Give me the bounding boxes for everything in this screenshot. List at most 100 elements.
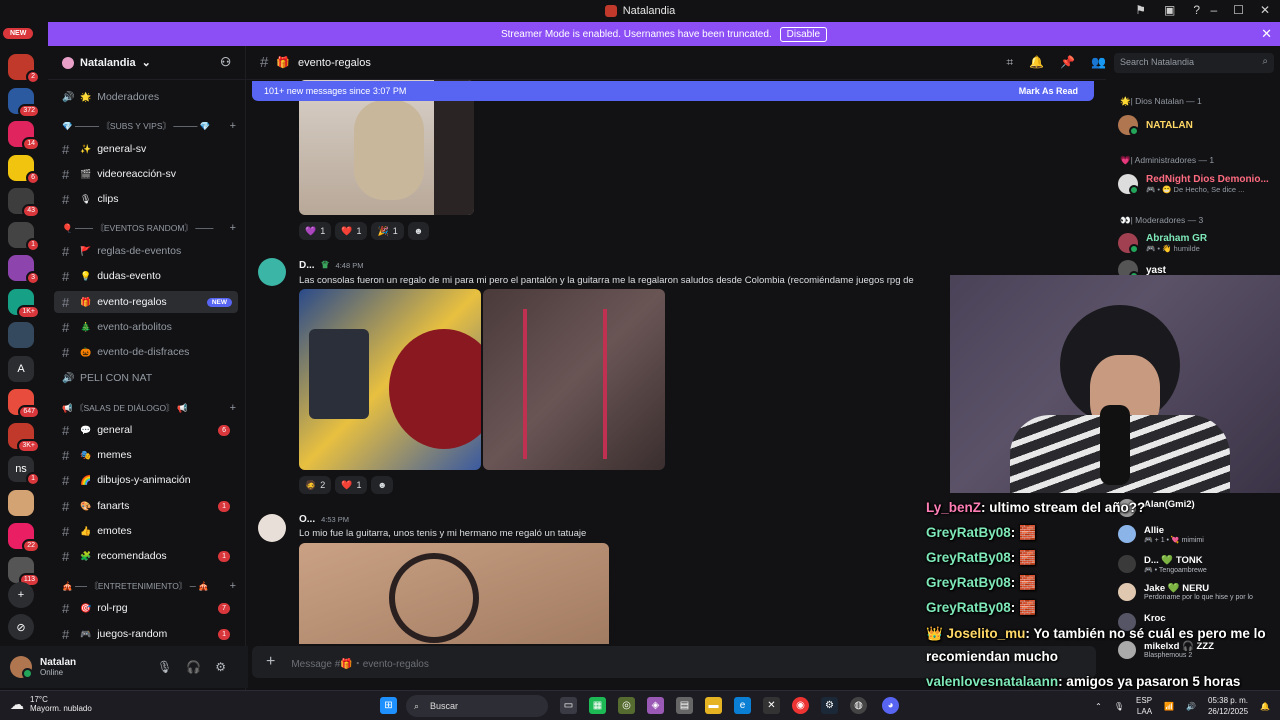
channel-item[interactable]: # 🎯 rol-rpg 7 [54,597,238,619]
channel-item[interactable]: # 🎭 memes [54,444,238,466]
channel-item[interactable]: # 💡 dudas-evento [54,265,238,287]
app-icon[interactable]: ◎ [618,697,635,714]
server-icon[interactable]: 22 [8,523,40,553]
user-info[interactable]: Natalan Online [40,657,76,677]
reaction-button[interactable]: 💜 1 [299,222,332,240]
channel-item[interactable]: # 👍 emotes [54,520,238,542]
help-icon[interactable]: ? [1193,3,1200,17]
flag-icon[interactable]: ⚑ [1135,3,1146,17]
category-header[interactable]: 📢 〘SALAS DE DIÁLOGO〙 📢 + [62,401,236,415]
threads-icon[interactable]: ⌗ [1006,55,1013,70]
avatar[interactable] [10,656,33,679]
channel-item[interactable]: # ✨ general-sv [54,138,238,160]
start-icon[interactable]: ⊞ [380,697,397,714]
server-icon[interactable]: 43 [8,188,40,218]
server-icon[interactable] [8,489,34,516]
server-icon[interactable]: 1K+ [8,288,40,319]
mark-as-read-button[interactable]: Mark As Read [1019,86,1078,96]
gift-image-jeans[interactable] [483,289,665,470]
disable-button[interactable]: Disable [779,26,828,42]
channel-item[interactable]: # 🧩 recomendados 1 [54,545,238,567]
channel-item[interactable]: # 🎮 juegos-random 1 [54,623,238,645]
weather-widget[interactable]: ☁ 17°C Mayorm. nublado [10,695,92,713]
edge-icon[interactable]: e [734,697,751,714]
server-icon[interactable]: 647 [8,389,40,419]
category-header[interactable]: 💎 ──── 〘SUBS Y VIPS〙 ──── 💎 + [62,119,236,133]
server-icon[interactable]: 3K+ [8,422,40,453]
notification-bell-icon[interactable]: 🔔 [1260,702,1270,711]
wifi-icon[interactable]: 📶 [1164,702,1174,711]
add-channel-icon[interactable]: + [230,402,236,414]
copilot-icon[interactable]: ◈ [647,697,664,714]
app-icon[interactable]: ✕ [763,697,780,714]
store-icon[interactable]: ▤ [676,697,693,714]
member-item[interactable]: Abraham GR 🎮 • 👋 humilde [1118,233,1207,254]
add-channel-icon[interactable]: + [230,222,236,234]
reaction-button[interactable]: 🎉 1 [371,222,404,240]
discover-icon[interactable]: ⊘ [8,614,34,640]
search-input[interactable]: Search Natalandia ⌕ [1114,53,1274,73]
category-header[interactable]: 🎈 ─── 〘EVENTOS RANDOM〙 ─── + [62,221,236,235]
server-icon[interactable]: 3 [8,255,40,285]
server-icon[interactable]: 6 [8,154,40,185]
taskbar-search[interactable]: ⌕ Buscar [406,695,548,717]
channel-item[interactable]: # 💬 general 6 [54,419,238,441]
message-author[interactable]: D... [299,260,315,271]
channel-item[interactable]: # 🌈 dibujos-y-animación [54,469,238,491]
server-icon[interactable]: 2 [8,54,40,84]
server-icon[interactable]: ns 1 [8,456,40,486]
folder-icon[interactable]: ▬ [705,697,722,714]
member-item[interactable]: NATALAN [1118,115,1193,136]
channel-item[interactable]: # 🎃 evento-de-disfraces [54,341,238,363]
reaction-button[interactable]: ☻ [407,222,430,240]
task-view-icon[interactable]: ▭ [560,697,577,714]
server-icon[interactable] [8,322,34,348]
microphone-icon[interactable]: 🎙 [157,660,172,674]
close-banner-icon[interactable]: ✕ [1261,26,1272,42]
server-icon[interactable]: 14 [8,121,40,151]
inbox-icon[interactable]: ▣ [1164,3,1175,17]
discord-icon[interactable]: ◕ [882,697,899,714]
member-item[interactable]: RedNight Dios Demonio... 🎮 • 😁 De Hecho, … [1118,174,1269,195]
close-window-icon[interactable]: ✕ [1260,3,1270,17]
server-header[interactable]: Natalandia ⌄ ⚇ [48,46,245,80]
bell-icon[interactable]: 🔔 [1029,55,1044,70]
chrome-icon[interactable]: ◉ [792,697,809,714]
clock[interactable]: 05:38 p. m. 26/12/2025 [1208,695,1248,717]
members-icon[interactable]: 👥 [1091,55,1106,70]
reaction-button[interactable]: ❤️ 1 [335,222,368,240]
add-channel-icon[interactable]: + [230,120,236,132]
server-icon[interactable]: 113 [8,556,40,587]
channel-item[interactable]: # 🎙 clips [54,188,238,210]
channel-item[interactable]: 🔊 🌟 Moderadores [54,86,238,108]
headphones-icon[interactable]: 🎧 [186,660,201,674]
avatar[interactable] [258,258,286,286]
channel-item[interactable]: # 🎨 fanarts 1 [54,495,238,517]
reaction-button[interactable]: ❤️ 1 [335,476,368,494]
minimize-icon[interactable]: – [1210,3,1217,17]
server-icon[interactable]: 1 [8,221,40,252]
pin-icon[interactable]: 📌 [1060,55,1075,70]
server-icon[interactable]: A [8,355,34,382]
message-author[interactable]: O... [299,514,315,525]
app-icon[interactable]: ◍ [850,697,867,714]
category-header[interactable]: 🎪 ── 〘ENTRETENIMIENTO〙 ─ 🎪 + [62,579,236,593]
microphone-icon[interactable]: 🎙 [1114,702,1124,711]
volume-icon[interactable]: 🔊 [1186,702,1196,711]
reaction-button[interactable]: ☻ [371,476,393,494]
gift-image-guitar[interactable] [299,289,481,470]
add-server-icon[interactable]: + [8,582,34,608]
gear-icon[interactable]: ⚙ [215,660,226,674]
avatar[interactable] [258,514,286,542]
channel-item[interactable]: # 🚩 reglas-de-eventos [54,240,238,262]
invite-people-icon[interactable]: ⚇ [220,55,231,69]
channel-item[interactable]: # 🎁 evento-regalos NEW [54,291,238,313]
add-channel-icon[interactable]: + [230,580,236,592]
steam-icon[interactable]: ⚙ [821,697,838,714]
chevron-up-icon[interactable]: ⌃ [1095,702,1102,711]
channel-item[interactable]: 🔊 PELI CON NAT [54,367,238,389]
server-icon[interactable]: 372 [8,87,40,118]
gift-image-tattoo[interactable] [299,543,609,644]
channel-item[interactable]: # 🎄 evento-arbolitos [54,316,238,338]
channel-item[interactable]: # 🎬 videoreacción-sv [54,163,238,185]
